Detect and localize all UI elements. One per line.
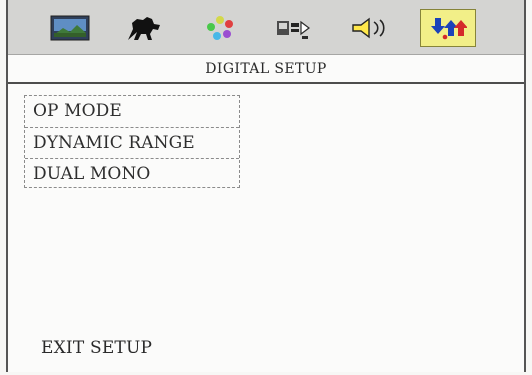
setup-screen: DIGITAL SETUP OP MODE DYNAMIC RANGE DUAL… [0,0,532,375]
tv-tab[interactable] [266,9,322,47]
horse-tab[interactable] [116,9,172,47]
picture-icon [50,15,90,41]
picture-tab[interactable] [42,9,98,47]
speaker-tab[interactable] [342,9,398,47]
digital-setup-icon [431,18,467,40]
digital-setup-tab[interactable] [420,9,476,47]
page-title: DIGITAL SETUP [8,56,524,84]
color-tab[interactable] [192,9,248,47]
menu-item-op-mode[interactable]: OP MODE [25,96,239,127]
exit-setup-button[interactable]: EXIT SETUP [41,338,152,358]
horse-icon [128,17,160,40]
menu-item-dynamic-range[interactable]: DYNAMIC RANGE [25,127,239,158]
menu-frame: DIGITAL SETUP OP MODE DYNAMIC RANGE DUAL… [6,0,526,372]
setup-menu: OP MODE DYNAMIC RANGE DUAL MONO [24,95,240,188]
menu-item-dual-mono[interactable]: DUAL MONO [25,158,239,189]
icon-toolbar [8,0,524,55]
color-icon [207,16,233,40]
speaker-icon [352,17,385,39]
tv-icon [277,20,310,39]
